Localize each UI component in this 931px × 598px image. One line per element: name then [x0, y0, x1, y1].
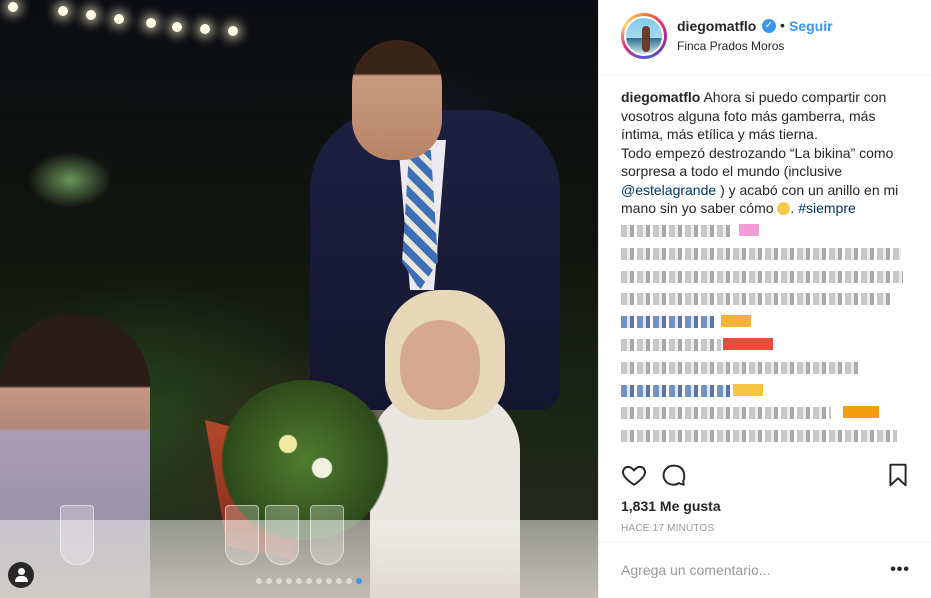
list-item — [621, 288, 911, 311]
list-item — [621, 266, 911, 289]
comment-form: ••• — [599, 542, 931, 598]
caption-text-2: Todo empezó destrozando “La bikina” como… — [621, 144, 894, 180]
carousel-dot — [316, 578, 322, 584]
post-photo[interactable] — [0, 0, 598, 598]
post-caption: diegomatflo Ahora si puedo compartir con… — [621, 88, 913, 218]
user-tag-icon[interactable] — [8, 562, 34, 588]
post-actions — [599, 462, 931, 492]
follow-button[interactable]: Seguir — [789, 18, 833, 34]
like-count[interactable]: 1,831 Me gusta — [621, 498, 721, 514]
list-item — [621, 402, 911, 425]
comment-input[interactable] — [621, 559, 861, 581]
wine-glass — [265, 505, 299, 565]
list-item — [621, 425, 911, 448]
caption-text-4: . — [790, 200, 795, 216]
list-item — [621, 220, 911, 243]
list-item — [621, 311, 911, 334]
post-timestamp[interactable]: HACE 17 MINUTOS — [621, 523, 714, 534]
caption-username[interactable]: diegomatflo — [621, 89, 700, 105]
post-header: diegomatflo ✓ • Seguir Finca Prados Moro… — [599, 0, 931, 76]
location-link[interactable]: Finca Prados Moros — [677, 39, 784, 53]
wine-glass — [60, 505, 94, 565]
woman-face — [400, 320, 480, 410]
carousel-dot — [336, 578, 342, 584]
man-head — [352, 40, 442, 160]
string-lights — [0, 0, 260, 40]
avatar[interactable] — [621, 13, 667, 59]
comment-icon[interactable] — [661, 462, 687, 488]
carousel-dot — [286, 578, 292, 584]
bookmark-icon[interactable] — [885, 462, 911, 488]
list-item — [621, 380, 911, 403]
post: diegomatflo ✓ • Seguir Finca Prados Moro… — [0, 0, 931, 598]
wine-glass — [225, 505, 259, 565]
caption-mention[interactable]: @estelagrande — [621, 182, 716, 198]
post-side-panel: diegomatflo ✓ • Seguir Finca Prados Moro… — [598, 0, 931, 598]
carousel-dot — [276, 578, 282, 584]
wine-glass — [310, 505, 344, 565]
list-item — [621, 334, 911, 357]
heart-icon[interactable] — [621, 462, 647, 488]
carousel-dot — [306, 578, 312, 584]
carousel-indicator — [0, 578, 598, 584]
list-item — [621, 357, 911, 380]
more-options-icon[interactable]: ••• — [890, 561, 910, 579]
carousel-dot — [256, 578, 262, 584]
caption-hashtag[interactable]: #siempre — [798, 200, 856, 216]
list-item — [621, 243, 911, 266]
header-separator: • — [780, 17, 785, 33]
carousel-dot — [346, 578, 352, 584]
comment-list — [621, 220, 911, 448]
carousel-dot — [266, 578, 272, 584]
carousel-dot — [296, 578, 302, 584]
verified-badge-icon: ✓ — [762, 19, 776, 33]
avatar-image — [624, 16, 664, 56]
winking-tongue-emoji-icon — [777, 202, 791, 215]
carousel-dot — [326, 578, 332, 584]
carousel-dot — [356, 578, 362, 584]
header-username[interactable]: diegomatflo — [677, 18, 756, 34]
